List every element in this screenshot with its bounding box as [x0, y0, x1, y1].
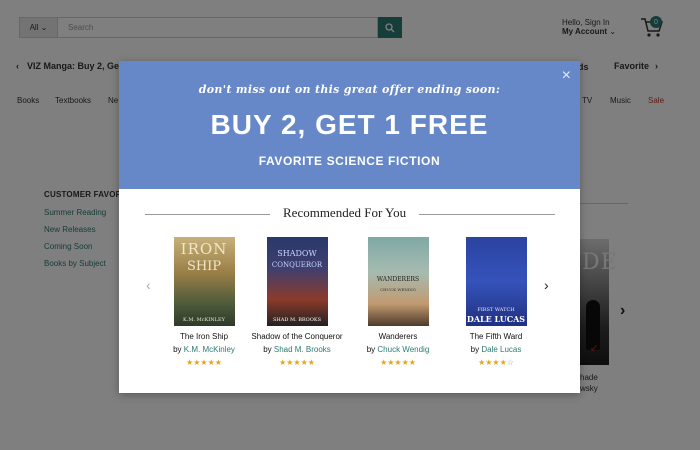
star-empty-icon: ☆: [506, 358, 514, 367]
book-author-link[interactable]: K.M. McKinley: [184, 345, 235, 354]
cover-text: WANDERERS: [376, 276, 420, 283]
by-label: by: [366, 345, 376, 354]
cover-text: CONQUEROR: [271, 261, 323, 269]
book-byline: by Dale Lucas: [450, 345, 542, 354]
promo-subhead: FAVORITE SCIENCE FICTION: [258, 154, 441, 168]
promo-headline: BUY 2, GET 1 FREE: [210, 109, 489, 140]
close-icon[interactable]: ×: [562, 68, 571, 84]
book-author-link[interactable]: Dale Lucas: [481, 345, 521, 354]
star-icon: ★★★★: [478, 358, 507, 367]
book-title[interactable]: Wanderers: [352, 332, 444, 341]
cover-text: FIRST WATCH: [477, 307, 515, 313]
divider: [145, 214, 270, 215]
divider: [419, 214, 555, 215]
star-rating: ★★★★★: [158, 358, 250, 367]
cover-author: SHAD M. BROOKS: [272, 317, 322, 323]
recommended-header: Recommended For You: [145, 205, 555, 223]
book-author-link[interactable]: Chuck Wendig: [377, 345, 429, 354]
star-rating: ★★★★★: [352, 358, 444, 367]
carousel-prev-icon[interactable]: ‹: [146, 277, 151, 293]
cover-author: K.M. McKINLEY: [183, 317, 225, 323]
cover-author: DALE LUCAS: [466, 314, 526, 324]
carousel-next-icon[interactable]: ›: [544, 277, 549, 293]
book-cover[interactable]: SHADOW CONQUEROR SHAD M. BROOKS: [266, 237, 328, 326]
by-label: by: [173, 345, 182, 354]
star-icon: ★★★★★: [279, 358, 315, 367]
book-author-link[interactable]: Shad M. Brooks: [274, 345, 331, 354]
star-rating: ★★★★☆: [450, 358, 542, 367]
star-icon: ★★★★★: [186, 358, 222, 367]
book-card[interactable]: SHADOW CONQUEROR SHAD M. BROOKS Shadow o…: [251, 237, 343, 367]
cover-text: SHADOW: [277, 249, 317, 258]
cover-text: IRON: [180, 240, 228, 258]
book-byline: by Shad M. Brooks: [251, 345, 343, 354]
book-title[interactable]: Shadow of the Conqueror: [251, 332, 343, 341]
book-cover[interactable]: IRON SHIP K.M. McKINLEY: [173, 237, 235, 326]
recommended-title: Recommended For You: [283, 205, 407, 220]
by-label: by: [470, 345, 480, 354]
book-byline: by Chuck Wendig: [352, 345, 444, 354]
by-label: by: [263, 345, 272, 354]
cover-author: CHUCK WENDIG: [380, 287, 416, 292]
book-cover[interactable]: WANDERERS CHUCK WENDIG: [367, 237, 429, 326]
star-rating: ★★★★★: [251, 358, 343, 367]
book-title[interactable]: The Fifth Ward: [450, 332, 542, 341]
promo-tagline: don't miss out on this great offer endin…: [198, 83, 501, 96]
book-byline: by K.M. McKinley: [158, 345, 250, 354]
star-icon: ★★★★★: [380, 358, 416, 367]
book-card[interactable]: WANDERERS CHUCK WENDIG Wanderers by Chuc…: [352, 237, 444, 367]
book-card[interactable]: FIRST WATCH DALE LUCAS The Fifth Ward by…: [450, 237, 542, 367]
promo-banner: × don't miss out on this great offer end…: [119, 61, 580, 189]
cover-text: SHIP: [186, 259, 222, 274]
promo-modal: × don't miss out on this great offer end…: [119, 61, 580, 393]
book-cover[interactable]: FIRST WATCH DALE LUCAS: [465, 237, 527, 326]
book-card[interactable]: IRON SHIP K.M. McKINLEY The Iron Ship by…: [158, 237, 250, 367]
book-title[interactable]: The Iron Ship: [158, 332, 250, 341]
